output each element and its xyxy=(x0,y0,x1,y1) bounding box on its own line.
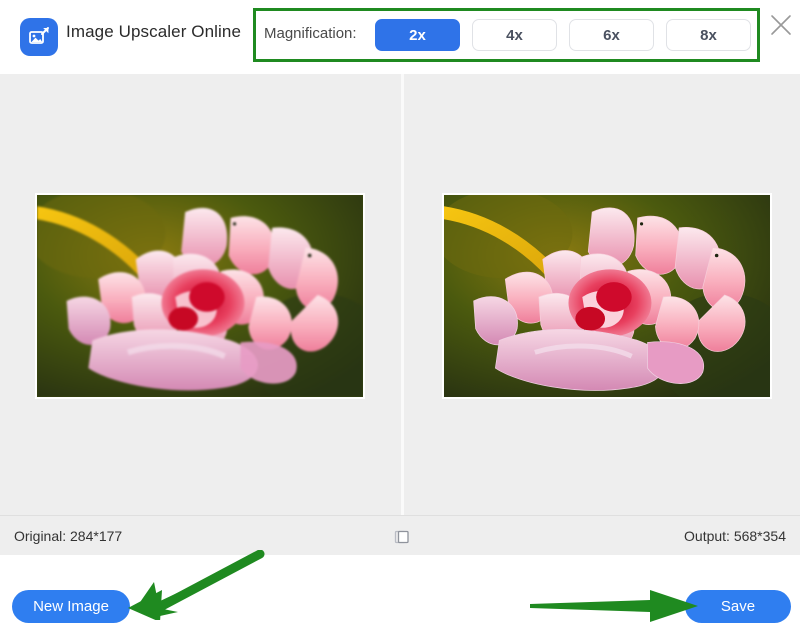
magnification-option-4x[interactable]: 4x xyxy=(472,19,557,51)
upscaled-image-content xyxy=(444,195,770,397)
compare-toggle-icon[interactable] xyxy=(392,527,412,547)
magnification-label: Magnification: xyxy=(264,25,357,42)
magnification-option-6x[interactable]: 6x xyxy=(569,19,654,51)
save-button[interactable]: Save xyxy=(685,590,791,623)
original-image-panel xyxy=(0,74,401,515)
action-footer: New Image Save xyxy=(0,555,800,636)
image-upscale-icon xyxy=(20,18,58,56)
upscaled-image xyxy=(442,193,772,399)
size-info-bar: Original: 284*177 Output: 568*354 xyxy=(0,515,800,555)
original-image-content xyxy=(37,195,363,397)
magnification-option-2x[interactable]: 2x xyxy=(375,19,460,51)
original-image xyxy=(35,193,365,399)
magnification-options: 2x 4x 6x 8x xyxy=(375,19,751,51)
app-header: Image Upscaler Online Magnification: 2x … xyxy=(0,0,800,74)
image-compare-area xyxy=(0,74,800,515)
output-size-label: Output: 568*354 xyxy=(684,528,786,544)
page-title: Image Upscaler Online xyxy=(66,22,242,41)
close-icon[interactable] xyxy=(766,10,796,40)
magnification-option-8x[interactable]: 8x xyxy=(666,19,751,51)
upscaled-image-panel xyxy=(402,74,800,515)
new-image-button[interactable]: New Image xyxy=(12,590,130,623)
original-size-label: Original: 284*177 xyxy=(14,528,123,544)
